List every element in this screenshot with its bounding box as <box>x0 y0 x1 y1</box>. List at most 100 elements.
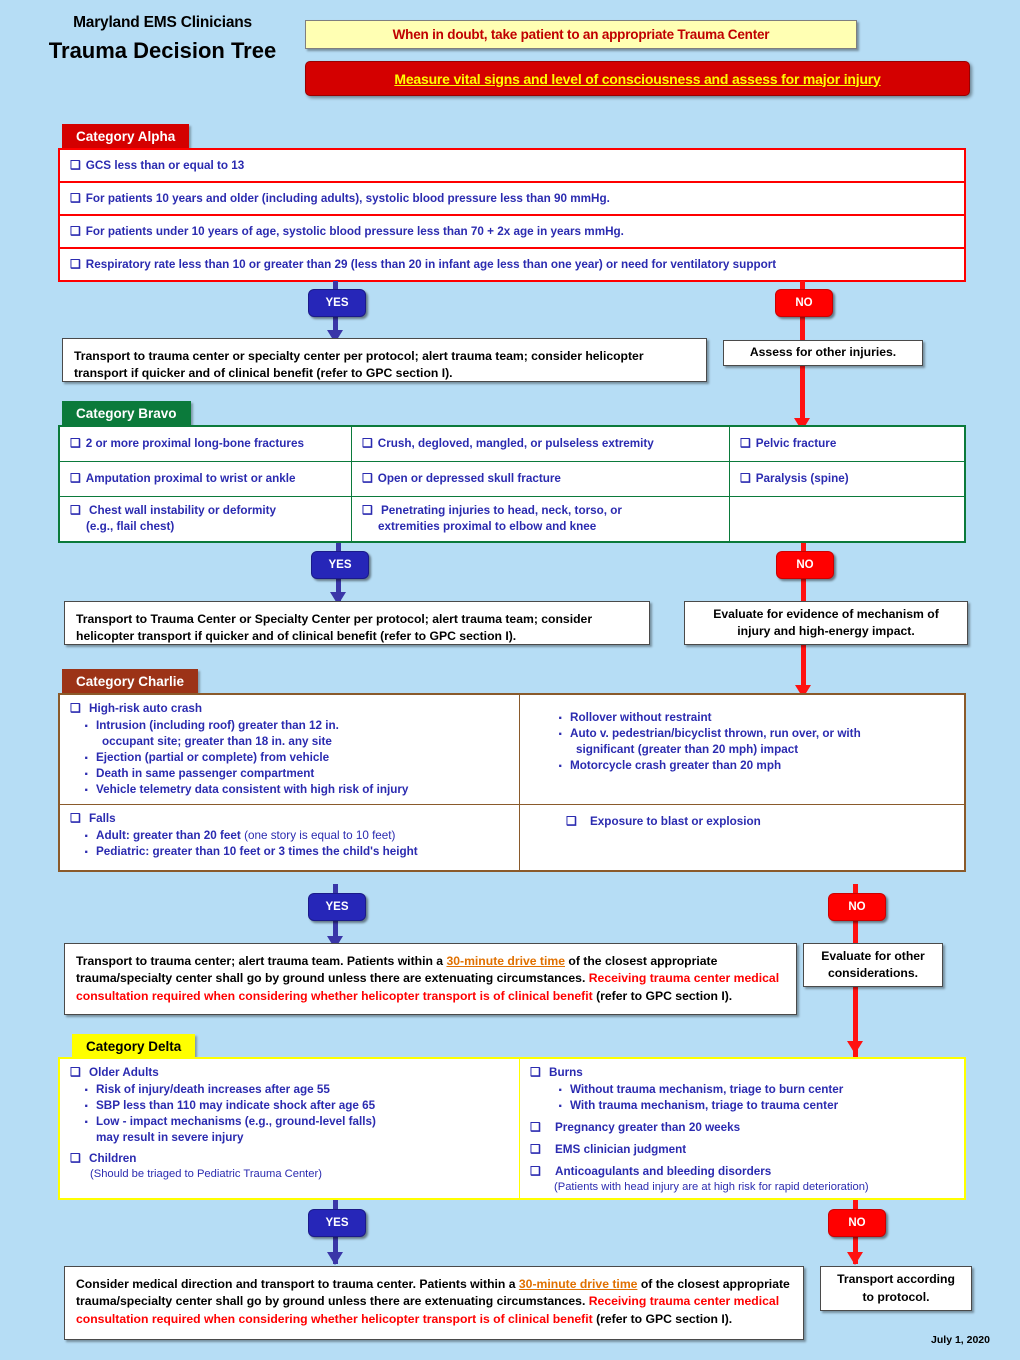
criterion-cell: ❑ GCS less than or equal to 13 <box>60 150 964 181</box>
list-item-label: Adult: greater than 20 feet <box>96 828 241 842</box>
checkbox-icon[interactable]: ❑ <box>70 701 81 715</box>
category-alpha-tab: Category Alpha <box>62 124 190 149</box>
checkbox-icon[interactable]: ❑ <box>70 224 81 240</box>
criterion-cell: ❑ Respiratory rate less than 10 or great… <box>60 249 964 280</box>
checkbox-icon[interactable]: ❑ <box>566 814 577 828</box>
criterion-text: Respiratory rate less than 10 or greater… <box>85 257 777 271</box>
assessment-banner: Measure vital signs and level of conscio… <box>305 61 970 96</box>
checkbox-icon[interactable]: ❑ <box>530 1120 541 1134</box>
category-charlie-criteria-table: ❑ High-risk auto crash Intrusion (includ… <box>58 693 966 872</box>
category-bravo-tab: Category Bravo <box>62 401 191 426</box>
table-row: ❑ Older Adults Risk of injury/death incr… <box>60 1059 964 1198</box>
charlie-no-badge[interactable]: NO <box>828 893 886 921</box>
list-item: Rollover without restraint <box>558 708 956 730</box>
checkbox-icon[interactable]: ❑ <box>530 1142 541 1156</box>
criterion-subtext: (Should be triaged to Pediatric Trauma C… <box>90 1168 322 1181</box>
checkbox-icon[interactable]: ❑ <box>70 158 81 174</box>
table-row: ❑ For patients 10 years and older (inclu… <box>60 183 964 216</box>
list-item-label: Intrusion (including roof) greater than … <box>96 718 339 732</box>
checkbox-icon[interactable]: ❑ <box>530 1065 541 1079</box>
criterion-cell: ❑ Open or depressed skull fracture <box>352 462 730 496</box>
drive-time-link[interactable]: 30-minute drive time <box>446 954 565 968</box>
bravo-yes-badge[interactable]: YES <box>311 551 369 579</box>
outcome-text: (refer to GPC section I). <box>596 1311 733 1326</box>
drive-time-link[interactable]: 30-minute drive time <box>519 1277 638 1291</box>
delta-no-badge[interactable]: NO <box>828 1209 886 1237</box>
criterion-text: Burns <box>549 1066 583 1079</box>
criterion-text: Open or depressed skull fracture <box>377 472 561 486</box>
organization-label: Maryland EMS Clinicians <box>73 14 252 31</box>
criterion-text: Falls <box>89 812 116 825</box>
list-item: Pediatric: greater than 10 feet or 3 tim… <box>84 842 511 864</box>
delta-yes-arrowhead <box>327 1252 343 1265</box>
checkbox-icon[interactable]: ❑ <box>70 436 81 452</box>
list-item-label: occupant site; greater than 18 in. any s… <box>102 734 332 748</box>
criterion-subtext: extremities proximal to elbow and knee <box>378 519 597 533</box>
list-item: Vehicle telemetry data consistent with h… <box>84 780 511 802</box>
charlie-no-arrowhead <box>847 1041 863 1054</box>
criterion-text: Pelvic fracture <box>755 437 837 451</box>
delta-no-arrowhead <box>847 1252 863 1265</box>
list-item: Adult: greater than 20 feet (one story i… <box>84 826 511 848</box>
checkbox-icon[interactable]: ❑ <box>70 471 81 487</box>
alpha-no-badge[interactable]: NO <box>775 289 833 317</box>
list-item: Ejection (partial or complete) from vehi… <box>84 748 511 770</box>
checkbox-icon[interactable]: ❑ <box>70 1151 81 1165</box>
criterion-text: Pregnancy greater than 20 weeks <box>555 1121 741 1135</box>
criterion-cell: ❑ Chest wall instability or deformity (e… <box>60 497 352 541</box>
criterion-line: ❑ Pregnancy greater than 20 weeks <box>530 1120 956 1136</box>
criterion-cell: Rollover without restraint Auto v. pedes… <box>520 695 964 804</box>
trauma-decision-tree-page: Maryland EMS Clinicians Trauma Decision … <box>0 0 1020 1360</box>
criterion-line: ❑ EMS clinician judgment <box>530 1142 956 1158</box>
list-item-label: Auto v. pedestrian/bicyclist thrown, run… <box>570 727 861 741</box>
table-row: ❑ GCS less than or equal to 13 <box>60 150 964 183</box>
checkbox-icon[interactable]: ❑ <box>70 1065 81 1079</box>
table-row: ❑ For patients under 10 years of age, sy… <box>60 216 964 249</box>
checkbox-icon[interactable]: ❑ <box>362 471 373 487</box>
outcome-text: (refer to GPC section I). <box>596 988 733 1003</box>
criterion-cell: ❑ Crush, degloved, mangled, or pulseless… <box>352 427 730 461</box>
criterion-text: Amputation proximal to wrist or ankle <box>85 472 296 486</box>
delta-yes-outcome-box: Consider medical direction and transport… <box>64 1266 804 1340</box>
list-item: Auto v. pedestrian/bicyclist thrown, run… <box>558 724 956 758</box>
checkbox-icon[interactable]: ❑ <box>70 503 81 517</box>
criterion-cell: ❑ Older Adults Risk of injury/death incr… <box>60 1059 520 1198</box>
charlie-no-outcome-box: Evaluate for other considerations. <box>803 943 943 987</box>
page-title: Trauma Decision Tree <box>48 38 277 63</box>
charlie-yes-badge[interactable]: YES <box>308 893 366 921</box>
checkbox-icon[interactable]: ❑ <box>530 1164 541 1178</box>
checkbox-icon[interactable]: ❑ <box>740 436 751 452</box>
criterion-cell: ❑ Amputation proximal to wrist or ankle <box>60 462 352 496</box>
list-item: Death in same passenger compartment <box>84 764 511 786</box>
criterion-cell: ❑ Paralysis (spine) <box>730 462 964 496</box>
criterion-cell-empty <box>730 497 964 541</box>
category-charlie-tab: Category Charlie <box>62 669 199 694</box>
children-block: ❑ Children (Should be triaged to Pediatr… <box>70 1151 511 1182</box>
list-item: Without trauma mechanism, triage to burn… <box>558 1080 956 1102</box>
checkbox-icon[interactable]: ❑ <box>740 471 751 487</box>
alpha-yes-badge[interactable]: YES <box>308 289 366 317</box>
bravo-no-badge[interactable]: NO <box>776 551 834 579</box>
bravo-no-outcome-box: Evaluate for evidence of mechanism of in… <box>684 601 968 645</box>
delta-yes-badge[interactable]: YES <box>308 1209 366 1237</box>
charlie-yes-outcome-box: Transport to trauma center; alert trauma… <box>64 943 797 1015</box>
bravo-yes-outcome-box: Transport to Trauma Center or Specialty … <box>64 601 650 645</box>
criterion-sublist: Adult: greater than 20 feet (one story i… <box>70 826 511 864</box>
criterion-sublist: Rollover without restraint Auto v. pedes… <box>530 708 956 779</box>
checkbox-icon[interactable]: ❑ <box>362 503 373 517</box>
page-title-block: Maryland EMS Clinicians Trauma Decision … <box>40 14 285 63</box>
table-row: ❑ Chest wall instability or deformity (e… <box>60 497 964 541</box>
criterion-subtext: (Patients with head injury are at high r… <box>554 1180 869 1193</box>
list-item: SBP less than 110 may indicate shock aft… <box>84 1096 511 1118</box>
criterion-text: GCS less than or equal to 13 <box>85 158 245 172</box>
criterion-text: Older Adults <box>89 1066 159 1079</box>
checkbox-icon[interactable]: ❑ <box>70 811 81 825</box>
table-row: ❑ Amputation proximal to wrist or ankle … <box>60 462 964 497</box>
checkbox-icon[interactable]: ❑ <box>362 436 373 452</box>
checkbox-icon[interactable]: ❑ <box>70 191 81 207</box>
criterion-cell: ❑ Penetrating injuries to head, neck, to… <box>352 497 730 541</box>
category-delta-tab: Category Delta <box>72 1034 196 1059</box>
alpha-no-outcome-box: Assess for other injuries. <box>723 340 923 366</box>
checkbox-icon[interactable]: ❑ <box>70 257 81 273</box>
alpha-yes-outcome-box: Transport to trauma center or specialty … <box>62 338 707 382</box>
